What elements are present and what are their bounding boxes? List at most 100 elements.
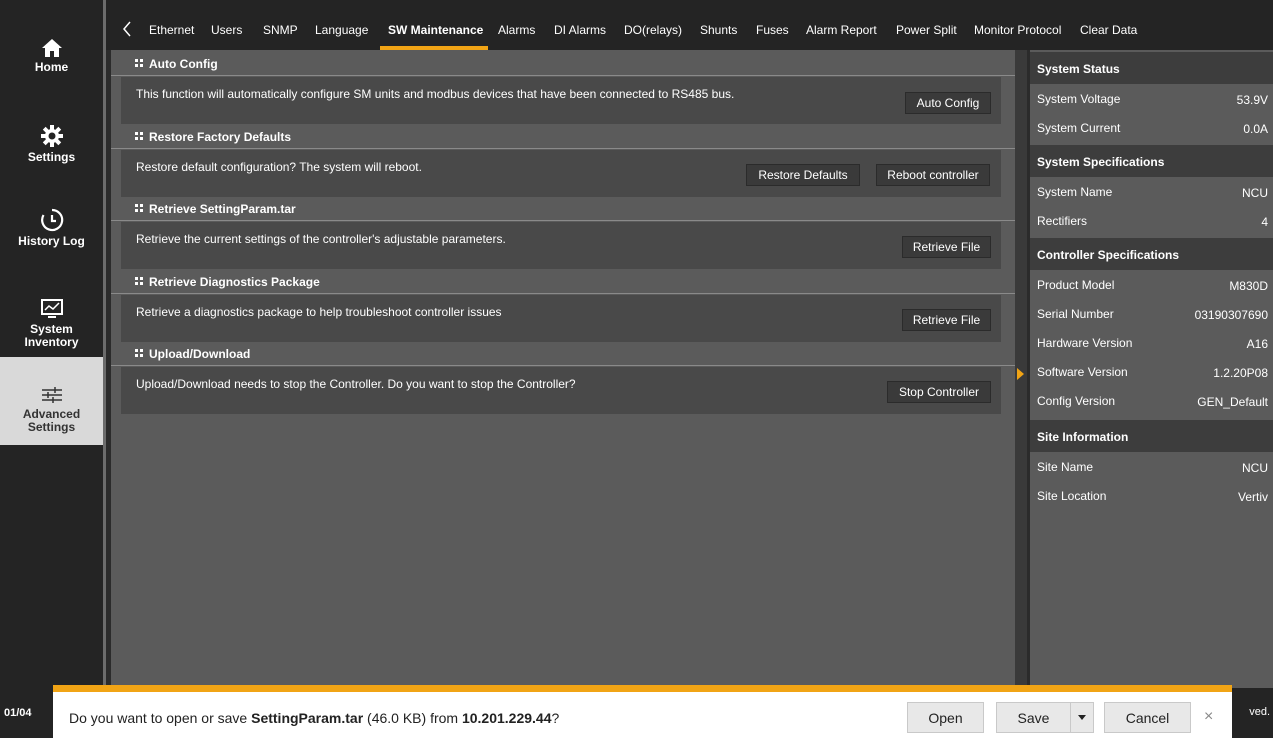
footer-date: 01/04	[4, 707, 32, 719]
sidebar-item-label: Advanced Settings	[22, 407, 81, 434]
divider	[111, 220, 1015, 221]
sidebar-item-settings[interactable]: Settings	[0, 124, 103, 164]
info-row-software-version: Software Version 1.2.20P08	[1030, 357, 1273, 386]
tab-snmp[interactable]: SNMP	[263, 23, 298, 37]
download-notification-bar: Do you want to open or save SettingParam…	[53, 685, 1232, 738]
info-label: Hardware Version	[1037, 336, 1133, 350]
tab-alarms[interactable]: Alarms	[498, 23, 535, 37]
tab-language[interactable]: Language	[315, 23, 368, 37]
tab-clear-data[interactable]: Clear Data	[1080, 23, 1137, 37]
reboot-controller-button[interactable]: Reboot controller	[876, 164, 990, 186]
info-row-hardware-version: Hardware Version A16	[1030, 328, 1273, 357]
chevron-left-icon[interactable]	[120, 19, 134, 39]
section-body-auto-config: This function will automatically configu…	[121, 77, 1001, 124]
tab-alarm-report[interactable]: Alarm Report	[806, 23, 877, 37]
info-value: GEN_Default	[1197, 395, 1268, 409]
grip-icon	[135, 204, 143, 212]
info-label: Software Version	[1037, 365, 1128, 379]
info-row-site-location: Site Location Vertiv	[1030, 481, 1273, 510]
section-description: Retrieve the current settings of the con…	[136, 232, 506, 246]
section-header-retrieve-settingparam: Retrieve SettingParam.tar	[111, 196, 1015, 221]
panel-header-controller-specifications: Controller Specifications	[1030, 238, 1273, 270]
tab-users[interactable]: Users	[211, 23, 242, 37]
sidebar-item-label: Home	[34, 60, 69, 74]
info-label: Serial Number	[1037, 307, 1114, 321]
info-row-system-name: System Name NCU	[1030, 177, 1273, 206]
history-icon	[40, 208, 63, 232]
tab-di-alarms[interactable]: DI Alarms	[554, 23, 606, 37]
grip-icon	[135, 132, 143, 140]
section-header-upload-download: Upload/Download	[111, 341, 1015, 366]
info-label: Config Version	[1037, 394, 1116, 408]
section-body-upload-download: Upload/Download needs to stop the Contro…	[121, 367, 1001, 414]
divider	[111, 75, 1015, 76]
section-title: Retrieve SettingParam.tar	[149, 202, 296, 216]
section-title: Retrieve Diagnostics Package	[149, 275, 320, 289]
save-button[interactable]: Save	[996, 702, 1071, 733]
grip-icon	[135, 59, 143, 67]
info-value: 1.2.20P08	[1213, 366, 1268, 380]
tab-shunts[interactable]: Shunts	[700, 23, 737, 37]
grip-icon	[135, 349, 143, 357]
section-header-retrieve-diagnostics: Retrieve Diagnostics Package	[111, 269, 1015, 294]
panel-header-title: Site Information	[1037, 430, 1129, 444]
message-prefix: Do you want to open or save	[69, 710, 252, 726]
section-title: Auto Config	[149, 57, 218, 71]
auto-config-button[interactable]: Auto Config	[905, 92, 991, 114]
info-value: Vertiv	[1237, 490, 1268, 504]
info-label: System Current	[1037, 121, 1121, 135]
retrieve-diagnostics-file-button[interactable]: Retrieve File	[902, 309, 991, 331]
sliders-icon	[41, 387, 62, 403]
monitor-icon	[40, 299, 63, 318]
tab-sw-maintenance[interactable]: SW Maintenance	[388, 23, 483, 37]
sidebar-item-system-inventory[interactable]: System Inventory	[0, 298, 103, 349]
tab-fuses[interactable]: Fuses	[756, 23, 789, 37]
section-title: Restore Factory Defaults	[149, 130, 292, 144]
stop-controller-button[interactable]: Stop Controller	[887, 381, 991, 403]
sidebar-item-home[interactable]: Home	[0, 38, 103, 74]
section-header-auto-config: Auto Config	[111, 51, 1015, 76]
caret-right-icon	[1017, 368, 1024, 380]
info-value: 03190307690	[1194, 308, 1268, 322]
section-body-retrieve-settingparam: Retrieve the current settings of the con…	[121, 222, 1001, 269]
notification-accent-strip	[53, 685, 1232, 692]
info-row-site-name: Site Name NCU	[1030, 452, 1273, 481]
info-value: NCU	[1242, 461, 1268, 475]
close-icon[interactable]: ×	[1204, 708, 1218, 726]
divider	[111, 293, 1015, 294]
sidebar-item-history-log[interactable]: History Log	[0, 208, 103, 248]
sidebar-item-label: System Inventory	[24, 322, 79, 349]
right-panel-collapse-handle[interactable]	[1015, 50, 1027, 688]
info-row-serial-number: Serial Number 03190307690	[1030, 299, 1273, 328]
cancel-button[interactable]: Cancel	[1104, 702, 1191, 733]
retrieve-settings-file-button[interactable]: Retrieve File	[902, 236, 991, 258]
section-header-restore-defaults: Restore Factory Defaults	[111, 124, 1015, 149]
section-description: Retrieve a diagnostics package to help t…	[136, 305, 502, 319]
tab-monitor-protocol[interactable]: Monitor Protocol	[974, 23, 1061, 37]
info-label: Rectifiers	[1037, 214, 1088, 228]
info-row-product-model: Product Model M830D	[1030, 270, 1273, 299]
info-value: 4	[1261, 215, 1268, 229]
info-value: NCU	[1242, 186, 1268, 200]
tab-power-split[interactable]: Power Split	[896, 23, 957, 37]
section-description: Restore default configuration? The syste…	[136, 160, 422, 174]
save-options-dropdown[interactable]	[1070, 702, 1094, 733]
divider	[111, 365, 1015, 366]
sidebar-divider	[103, 0, 106, 738]
download-host: 10.201.229.44	[461, 710, 552, 726]
panel-header-title: System Specifications	[1037, 155, 1165, 169]
restore-defaults-button[interactable]: Restore Defaults	[746, 164, 860, 186]
tab-ethernet[interactable]: Ethernet	[149, 23, 194, 37]
download-message: Do you want to open or save SettingParam…	[69, 710, 559, 726]
tab-do-relays[interactable]: DO(relays)	[624, 23, 682, 37]
left-sidebar: Home Settings History Log System Invento…	[0, 0, 103, 738]
divider	[111, 148, 1015, 149]
section-description: This function will automatically configu…	[136, 87, 735, 101]
right-info-panel: System Status System Voltage 53.9V Syste…	[1030, 50, 1273, 688]
info-label: Product Model	[1037, 278, 1115, 292]
sidebar-item-advanced-settings[interactable]: Advanced Settings	[0, 357, 103, 445]
download-file-size: (46.0 KB) from	[363, 710, 462, 726]
section-title: Upload/Download	[149, 347, 251, 361]
open-button[interactable]: Open	[907, 702, 984, 733]
info-label: Site Name	[1037, 460, 1094, 474]
